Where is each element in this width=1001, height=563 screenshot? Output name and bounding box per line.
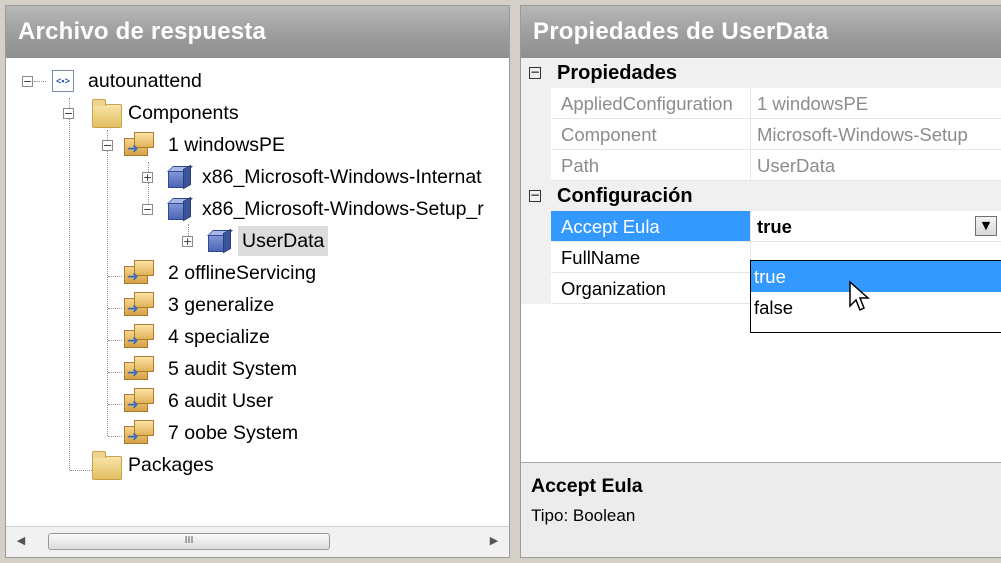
collapse-icon[interactable]: −: [63, 108, 74, 119]
property-name: AppliedConfiguration: [551, 88, 751, 119]
folder-icon: [92, 451, 122, 480]
tree-node-component-international[interactable]: + x86_Microsoft-Windows-Internat: [6, 162, 509, 192]
scrollbar-grip: III: [184, 535, 194, 546]
properties-pane: Propiedades de UserData − Propiedades Ap…: [520, 5, 1001, 558]
property-name: Component: [551, 119, 751, 150]
tree-label-components: Components: [128, 102, 239, 124]
property-name[interactable]: Accept Eula: [551, 211, 751, 242]
dropdown-arrow-icon[interactable]: ▼: [975, 216, 997, 236]
component-icon: [166, 196, 193, 222]
description-panel: Accept Eula Tipo: Boolean: [521, 462, 1001, 557]
collapse-icon[interactable]: −: [529, 66, 541, 79]
tree-node-pass[interactable]: ➜ 7 oobe System: [6, 418, 406, 448]
row-gutter: [521, 150, 551, 181]
scrollbar-thumb[interactable]: III: [48, 533, 330, 550]
tree-node-components[interactable]: − Components: [6, 98, 406, 128]
expand-icon[interactable]: +: [182, 236, 193, 247]
tree-label-pass: 3 generalize: [168, 294, 275, 316]
property-row[interactable]: Component Microsoft-Windows-Setup: [521, 119, 1001, 150]
category-label: Propiedades: [557, 62, 678, 84]
collapse-icon[interactable]: −: [22, 76, 33, 87]
component-icon: [206, 228, 233, 254]
tree-node-packages[interactable]: Packages: [6, 450, 406, 480]
property-name: Path: [551, 150, 751, 181]
answer-file-pane: Archivo de respuesta − <•> autounattend: [5, 5, 510, 558]
description-title: Accept Eula: [531, 475, 643, 497]
property-name[interactable]: Organization: [551, 273, 751, 304]
category-configuration[interactable]: − Configuración: [521, 181, 1001, 211]
property-name[interactable]: FullName: [551, 242, 751, 273]
config-pass-icon: ➜: [124, 324, 156, 350]
tree-node-pass[interactable]: ➜ 2 offlineServicing: [6, 258, 406, 288]
tree-label-userdata: UserData: [238, 226, 329, 256]
category-properties[interactable]: − Propiedades: [521, 58, 1001, 88]
config-pass-icon: ➜: [124, 388, 156, 414]
expand-icon[interactable]: +: [142, 172, 153, 183]
property-value: Microsoft-Windows-Setup: [751, 119, 1001, 150]
property-value: UserData: [751, 150, 1001, 181]
dropdown-option-true[interactable]: true: [751, 261, 1001, 292]
config-pass-icon: ➜: [124, 420, 156, 446]
dropdown-option-false[interactable]: false: [751, 292, 1001, 323]
horizontal-scrollbar[interactable]: ◀ III ▶: [6, 526, 509, 557]
tree-label-root: autounattend: [88, 70, 202, 92]
tree-label-component: x86_Microsoft-Windows-Setup_r: [202, 198, 484, 220]
accept-eula-combobox[interactable]: true: [751, 211, 1001, 242]
collapse-icon[interactable]: −: [142, 204, 153, 215]
tree-node-pass[interactable]: ➜ 6 audit User: [6, 386, 406, 416]
description-text: Tipo: Boolean: [531, 506, 636, 525]
config-pass-icon: ➜: [124, 260, 156, 286]
tree-label-pass: 2 offlineServicing: [168, 262, 317, 284]
tree-label-pass: 5 audit System: [168, 358, 297, 380]
tree-node-pass[interactable]: ➜ 4 specialize: [6, 322, 406, 352]
tree-node-pass-windowspe[interactable]: − ➜ 1 windowsPE: [6, 130, 426, 160]
tree-node-root[interactable]: − <•> autounattend: [6, 66, 406, 96]
tree-label-pass: 1 windowsPE: [168, 134, 286, 156]
property-value: 1 windowsPE: [751, 88, 1001, 119]
combobox-value: true: [757, 216, 792, 237]
tree-node-userdata[interactable]: + UserData: [6, 226, 406, 256]
tree-label-pass: 7 oobe System: [168, 422, 299, 444]
tree-label-pass: 6 audit User: [168, 390, 274, 412]
tree-line: [34, 81, 46, 82]
properties-title: Propiedades de UserData: [521, 6, 1001, 58]
tree-node-component-setup[interactable]: − x86_Microsoft-Windows-Setup_r: [6, 194, 509, 224]
category-label: Configuración: [557, 185, 693, 207]
config-pass-icon: ➜: [124, 132, 156, 158]
tree-label-component: x86_Microsoft-Windows-Internat: [202, 166, 482, 188]
property-row-accept-eula[interactable]: Accept Eula true ▼: [521, 211, 1001, 242]
scroll-left-icon[interactable]: ◀: [12, 532, 30, 550]
config-pass-icon: ➜: [124, 292, 156, 318]
tree-label-pass: 4 specialize: [168, 326, 270, 348]
collapse-icon[interactable]: −: [102, 140, 113, 151]
collapse-icon[interactable]: −: [529, 189, 541, 202]
tree-node-pass[interactable]: ➜ 5 audit System: [6, 354, 406, 384]
row-gutter: [521, 242, 551, 273]
window-frame: Archivo de respuesta − <•> autounattend: [0, 0, 1001, 563]
row-gutter: [521, 88, 551, 119]
row-gutter: [521, 211, 551, 242]
xml-file-icon: <•>: [52, 70, 74, 92]
row-gutter: [521, 273, 551, 304]
component-icon: [166, 164, 193, 190]
property-row[interactable]: Path UserData: [521, 150, 1001, 181]
answer-file-tree[interactable]: − <•> autounattend − Components − ➜ 1 wi…: [6, 58, 509, 528]
answer-file-title: Archivo de respuesta: [6, 6, 509, 58]
mouse-cursor-icon: [849, 280, 870, 312]
row-gutter: [521, 119, 551, 150]
scroll-right-icon[interactable]: ▶: [485, 532, 503, 550]
config-pass-icon: ➜: [124, 356, 156, 382]
property-grid[interactable]: − Propiedades AppliedConfiguration 1 win…: [521, 58, 1001, 462]
tree-node-pass[interactable]: ➜ 3 generalize: [6, 290, 406, 320]
folder-icon: [92, 99, 122, 128]
property-row[interactable]: AppliedConfiguration 1 windowsPE: [521, 88, 1001, 119]
tree-label-packages: Packages: [128, 454, 214, 476]
